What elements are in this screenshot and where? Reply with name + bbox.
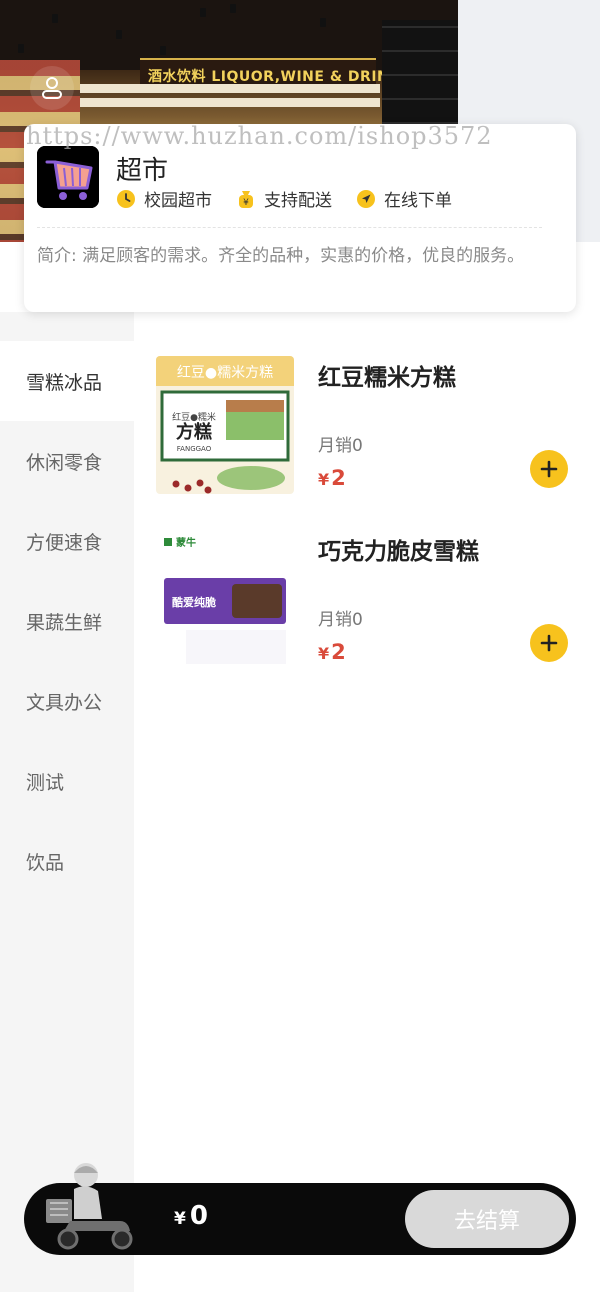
category-item-fresh-produce[interactable]: 果蔬生鲜	[0, 581, 134, 661]
ceiling-light	[18, 44, 24, 53]
svg-text:FANGGAO: FANGGAO	[177, 445, 212, 453]
price-value: 2	[331, 466, 346, 490]
feature-campus-store: 校园超市	[116, 186, 212, 211]
plus-icon	[540, 634, 558, 652]
ceiling-light	[52, 14, 58, 23]
svg-text:方糕: 方糕	[176, 421, 212, 443]
card-divider	[37, 227, 542, 228]
store-name: 超市	[116, 156, 169, 186]
price-currency: ¥	[318, 644, 330, 663]
store-info-card: 超市 校园超市 ¥ 支持配送 在线下单 简介: 满足顾客的需求。齐全的品种，实惠…	[24, 124, 576, 312]
category-sidebar: 雪糕冰品 休闲零食 方便速食 果蔬生鲜 文具办公 测试 饮品	[0, 312, 134, 1292]
yuan-bag-icon: ¥	[236, 189, 256, 209]
svg-text:¥: ¥	[243, 198, 249, 208]
category-item-test[interactable]: 测试	[0, 741, 134, 821]
ceiling-light	[320, 18, 326, 27]
cart-bar: ¥0 去结算	[24, 1163, 576, 1255]
store-logo	[37, 146, 99, 208]
cart-total-value: 0	[189, 1201, 208, 1231]
user-icon	[42, 77, 62, 99]
category-item-instant-food[interactable]: 方便速食	[0, 501, 134, 581]
feature-delivery: ¥ 支持配送	[236, 186, 332, 211]
ceiling-light	[116, 30, 122, 39]
product-name: 巧克力脆皮雪糕	[318, 539, 479, 565]
product-monthly-sales: 月销0	[318, 436, 363, 456]
svg-text:酷爱纯脆: 酷爱纯脆	[172, 595, 216, 609]
category-item-snacks[interactable]: 休闲零食	[0, 421, 134, 501]
product-image: 蒙牛 酷爱纯脆	[156, 530, 294, 668]
cart-currency: ¥	[174, 1209, 186, 1229]
ceiling-light	[160, 46, 166, 55]
product-card[interactable]: 蒙牛 酷爱纯脆 巧克力脆皮雪糕 月销0 ¥2	[156, 530, 576, 670]
product-price: ¥2	[318, 466, 346, 490]
product-name: 红豆糯米方糕	[318, 365, 456, 391]
product-price: ¥2	[318, 640, 346, 664]
feature-label: 支持配送	[264, 191, 332, 211]
delivery-courier-icon[interactable]	[40, 1159, 140, 1255]
cart-total: ¥0	[174, 1201, 208, 1231]
add-to-cart-button[interactable]	[530, 624, 568, 662]
user-profile-button[interactable]	[30, 66, 74, 110]
svg-text:红豆●糯米方糕: 红豆●糯米方糕	[177, 365, 273, 381]
store-intro: 简介: 满足顾客的需求。齐全的品种，实惠的价格，优良的服务。	[37, 246, 525, 266]
banner-shelf-strip	[80, 84, 380, 93]
feature-label: 在线下单	[384, 191, 452, 211]
add-to-cart-button[interactable]	[530, 450, 568, 488]
plus-icon	[540, 460, 558, 478]
store-features: 校园超市 ¥ 支持配送 在线下单	[116, 186, 476, 211]
product-image: 红豆●糯米方糕 红豆●糯米 方糕 FANGGAO	[156, 356, 294, 494]
clock-icon	[116, 189, 136, 209]
svg-text:蒙牛: 蒙牛	[176, 536, 196, 549]
price-currency: ¥	[318, 470, 330, 489]
category-item-drinks[interactable]: 饮品	[0, 821, 134, 901]
shopping-cart-icon	[37, 146, 99, 208]
product-monthly-sales: 月销0	[318, 610, 363, 630]
ceiling-light	[200, 8, 206, 17]
checkout-button[interactable]: 去结算	[405, 1190, 569, 1248]
category-item-ice-cream[interactable]: 雪糕冰品	[0, 341, 134, 421]
category-item-stationery[interactable]: 文具办公	[0, 661, 134, 741]
ceiling-light	[230, 4, 236, 13]
banner-shelf-strip	[80, 98, 380, 107]
feature-label: 校园超市	[144, 191, 212, 211]
navigation-arrow-icon	[356, 189, 376, 209]
price-value: 2	[331, 640, 346, 664]
feature-online-order: 在线下单	[356, 186, 452, 211]
product-card[interactable]: 红豆●糯米方糕 红豆●糯米 方糕 FANGGAO 红豆糯米方糕 月销0 ¥2	[156, 356, 576, 496]
